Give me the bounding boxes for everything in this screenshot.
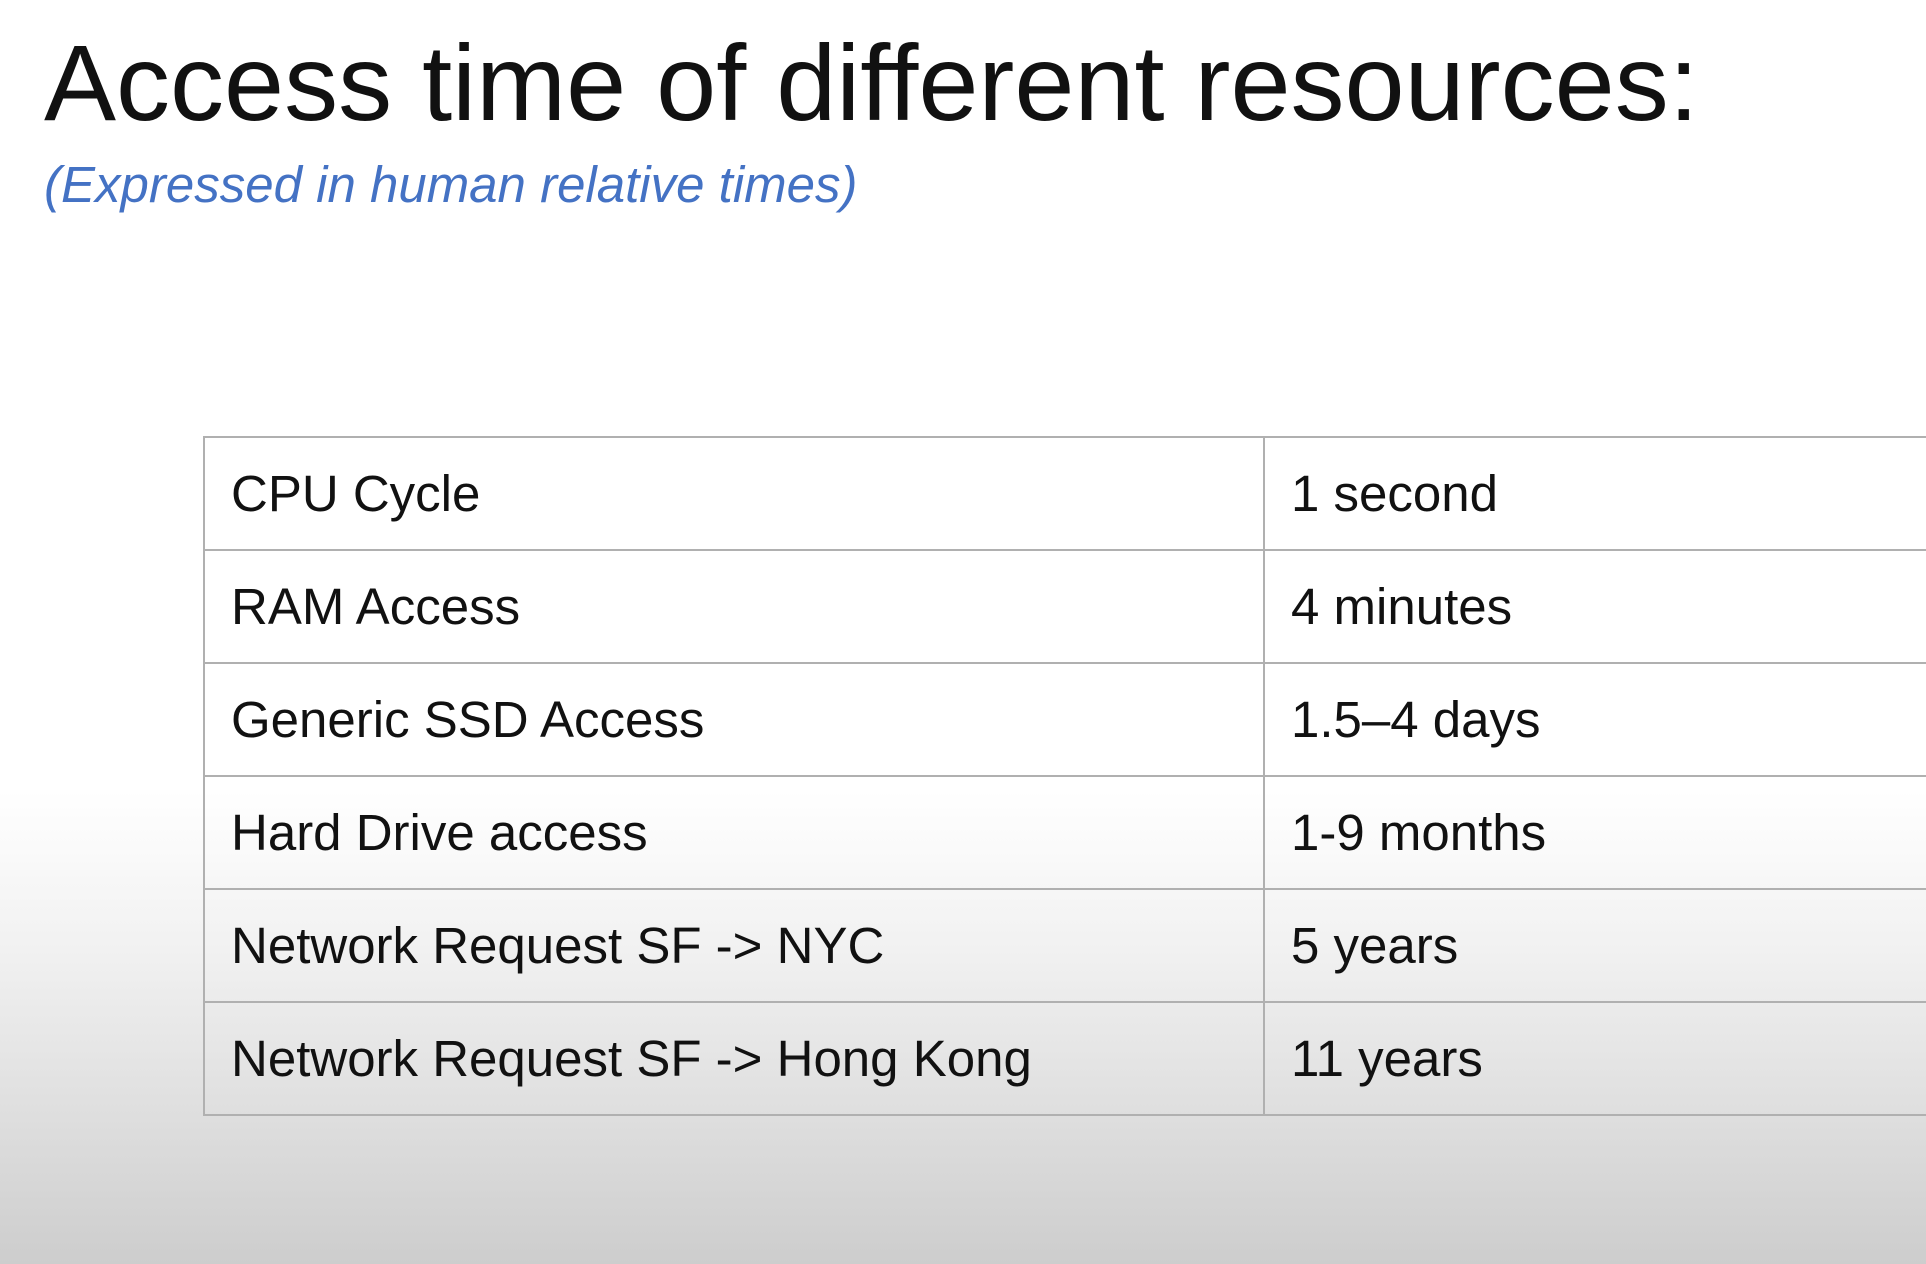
time-cell: 1 second	[1263, 436, 1926, 551]
time-cell: 11 years	[1263, 1001, 1926, 1116]
slide-subtitle: (Expressed in human relative times)	[44, 156, 858, 213]
resource-cell: Network Request SF -> NYC	[203, 888, 1265, 1003]
resource-cell: Network Request SF -> Hong Kong	[203, 1001, 1265, 1116]
table-row: RAM Access 4 minutes	[203, 549, 1926, 664]
time-cell: 1-9 months	[1263, 775, 1926, 890]
resource-cell: Hard Drive access	[203, 775, 1265, 890]
table-row: Hard Drive access 1-9 months	[203, 775, 1926, 890]
table-row: CPU Cycle 1 second	[203, 436, 1926, 551]
time-cell: 5 years	[1263, 888, 1926, 1003]
access-time-table: CPU Cycle 1 second RAM Access 4 minutes …	[203, 436, 1926, 1116]
time-cell: 4 minutes	[1263, 549, 1926, 664]
time-cell: 1.5–4 days	[1263, 662, 1926, 777]
resource-cell: Generic SSD Access	[203, 662, 1265, 777]
resource-cell: RAM Access	[203, 549, 1265, 664]
resource-cell: CPU Cycle	[203, 436, 1265, 551]
table-row: Generic SSD Access 1.5–4 days	[203, 662, 1926, 777]
table-container: CPU Cycle 1 second RAM Access 4 minutes …	[203, 436, 1926, 1128]
slide-title: Access time of different resources:	[44, 22, 1699, 143]
table-row: Network Request SF -> NYC 5 years	[203, 888, 1926, 1003]
table-row: Network Request SF -> Hong Kong 11 years	[203, 1001, 1926, 1116]
